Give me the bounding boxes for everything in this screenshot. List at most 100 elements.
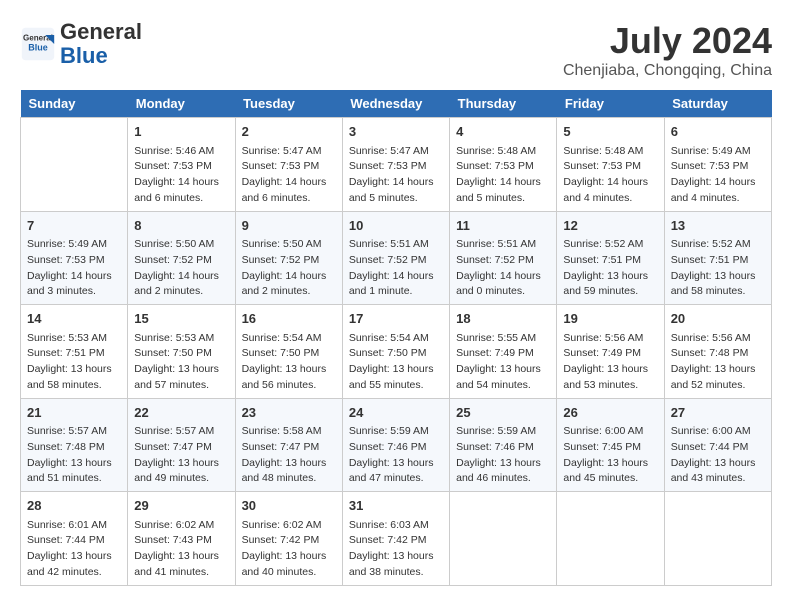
calendar-cell: 12Sunrise: 5:52 AM Sunset: 7:51 PM Dayli… [557,211,664,305]
day-number: 26 [563,403,657,423]
day-number: 28 [27,496,121,516]
calendar-cell: 30Sunrise: 6:02 AM Sunset: 7:42 PM Dayli… [235,492,342,586]
week-row-1: 1Sunrise: 5:46 AM Sunset: 7:53 PM Daylig… [21,118,772,212]
day-info: Sunrise: 5:56 AM Sunset: 7:48 PM Dayligh… [671,331,765,394]
svg-text:Blue: Blue [28,42,48,52]
day-info: Sunrise: 5:58 AM Sunset: 7:47 PM Dayligh… [242,424,336,487]
weekday-header-saturday: Saturday [664,90,771,118]
day-number: 20 [671,309,765,329]
day-number: 18 [456,309,550,329]
day-number: 24 [349,403,443,423]
day-number: 30 [242,496,336,516]
month-title: July 2024 [563,20,772,62]
calendar-cell: 27Sunrise: 6:00 AM Sunset: 7:44 PM Dayli… [664,398,771,492]
day-number: 2 [242,122,336,142]
day-number: 6 [671,122,765,142]
week-row-3: 14Sunrise: 5:53 AM Sunset: 7:51 PM Dayli… [21,305,772,399]
logo-icon: General Blue [20,26,56,62]
day-info: Sunrise: 5:57 AM Sunset: 7:48 PM Dayligh… [27,424,121,487]
calendar-cell [450,492,557,586]
day-number: 29 [134,496,228,516]
calendar-cell: 11Sunrise: 5:51 AM Sunset: 7:52 PM Dayli… [450,211,557,305]
day-info: Sunrise: 5:52 AM Sunset: 7:51 PM Dayligh… [671,237,765,300]
day-info: Sunrise: 5:48 AM Sunset: 7:53 PM Dayligh… [456,144,550,207]
calendar-cell: 19Sunrise: 5:56 AM Sunset: 7:49 PM Dayli… [557,305,664,399]
logo-text: General Blue [60,20,142,68]
calendar-cell: 14Sunrise: 5:53 AM Sunset: 7:51 PM Dayli… [21,305,128,399]
day-info: Sunrise: 5:51 AM Sunset: 7:52 PM Dayligh… [456,237,550,300]
day-number: 15 [134,309,228,329]
calendar-cell: 25Sunrise: 5:59 AM Sunset: 7:46 PM Dayli… [450,398,557,492]
day-info: Sunrise: 6:02 AM Sunset: 7:43 PM Dayligh… [134,518,228,581]
calendar-cell: 22Sunrise: 5:57 AM Sunset: 7:47 PM Dayli… [128,398,235,492]
day-info: Sunrise: 5:55 AM Sunset: 7:49 PM Dayligh… [456,331,550,394]
day-info: Sunrise: 5:50 AM Sunset: 7:52 PM Dayligh… [242,237,336,300]
day-info: Sunrise: 5:56 AM Sunset: 7:49 PM Dayligh… [563,331,657,394]
day-number: 3 [349,122,443,142]
calendar-cell: 16Sunrise: 5:54 AM Sunset: 7:50 PM Dayli… [235,305,342,399]
day-number: 19 [563,309,657,329]
calendar-cell [21,118,128,212]
calendar-cell: 5Sunrise: 5:48 AM Sunset: 7:53 PM Daylig… [557,118,664,212]
day-info: Sunrise: 5:47 AM Sunset: 7:53 PM Dayligh… [349,144,443,207]
page-header: General Blue General Blue July 2024 Chen… [20,20,772,80]
calendar-cell: 24Sunrise: 5:59 AM Sunset: 7:46 PM Dayli… [342,398,449,492]
calendar-cell: 1Sunrise: 5:46 AM Sunset: 7:53 PM Daylig… [128,118,235,212]
logo-line1: General [60,19,142,44]
weekday-header-sunday: Sunday [21,90,128,118]
day-info: Sunrise: 6:00 AM Sunset: 7:44 PM Dayligh… [671,424,765,487]
day-number: 27 [671,403,765,423]
day-info: Sunrise: 5:52 AM Sunset: 7:51 PM Dayligh… [563,237,657,300]
calendar-cell: 3Sunrise: 5:47 AM Sunset: 7:53 PM Daylig… [342,118,449,212]
day-info: Sunrise: 6:01 AM Sunset: 7:44 PM Dayligh… [27,518,121,581]
calendar-cell: 21Sunrise: 5:57 AM Sunset: 7:48 PM Dayli… [21,398,128,492]
day-info: Sunrise: 5:54 AM Sunset: 7:50 PM Dayligh… [349,331,443,394]
day-info: Sunrise: 5:49 AM Sunset: 7:53 PM Dayligh… [671,144,765,207]
day-number: 21 [27,403,121,423]
weekday-header-tuesday: Tuesday [235,90,342,118]
day-info: Sunrise: 5:49 AM Sunset: 7:53 PM Dayligh… [27,237,121,300]
calendar-cell: 31Sunrise: 6:03 AM Sunset: 7:42 PM Dayli… [342,492,449,586]
day-number: 31 [349,496,443,516]
weekday-header-wednesday: Wednesday [342,90,449,118]
calendar-cell: 7Sunrise: 5:49 AM Sunset: 7:53 PM Daylig… [21,211,128,305]
calendar-cell: 6Sunrise: 5:49 AM Sunset: 7:53 PM Daylig… [664,118,771,212]
calendar-cell: 17Sunrise: 5:54 AM Sunset: 7:50 PM Dayli… [342,305,449,399]
calendar-cell: 15Sunrise: 5:53 AM Sunset: 7:50 PM Dayli… [128,305,235,399]
day-info: Sunrise: 5:59 AM Sunset: 7:46 PM Dayligh… [349,424,443,487]
day-number: 22 [134,403,228,423]
day-info: Sunrise: 5:47 AM Sunset: 7:53 PM Dayligh… [242,144,336,207]
calendar-table: SundayMondayTuesdayWednesdayThursdayFrid… [20,90,772,586]
week-row-2: 7Sunrise: 5:49 AM Sunset: 7:53 PM Daylig… [21,211,772,305]
day-info: Sunrise: 5:54 AM Sunset: 7:50 PM Dayligh… [242,331,336,394]
day-number: 4 [456,122,550,142]
calendar-cell: 26Sunrise: 6:00 AM Sunset: 7:45 PM Dayli… [557,398,664,492]
day-info: Sunrise: 5:57 AM Sunset: 7:47 PM Dayligh… [134,424,228,487]
calendar-cell [557,492,664,586]
calendar-cell [664,492,771,586]
day-info: Sunrise: 5:53 AM Sunset: 7:50 PM Dayligh… [134,331,228,394]
calendar-cell: 28Sunrise: 6:01 AM Sunset: 7:44 PM Dayli… [21,492,128,586]
week-row-4: 21Sunrise: 5:57 AM Sunset: 7:48 PM Dayli… [21,398,772,492]
day-number: 12 [563,216,657,236]
weekday-header-monday: Monday [128,90,235,118]
day-info: Sunrise: 5:48 AM Sunset: 7:53 PM Dayligh… [563,144,657,207]
calendar-cell: 23Sunrise: 5:58 AM Sunset: 7:47 PM Dayli… [235,398,342,492]
week-row-5: 28Sunrise: 6:01 AM Sunset: 7:44 PM Dayli… [21,492,772,586]
day-number: 13 [671,216,765,236]
calendar-cell: 13Sunrise: 5:52 AM Sunset: 7:51 PM Dayli… [664,211,771,305]
day-number: 25 [456,403,550,423]
day-info: Sunrise: 5:53 AM Sunset: 7:51 PM Dayligh… [27,331,121,394]
day-number: 17 [349,309,443,329]
day-info: Sunrise: 5:59 AM Sunset: 7:46 PM Dayligh… [456,424,550,487]
calendar-cell: 8Sunrise: 5:50 AM Sunset: 7:52 PM Daylig… [128,211,235,305]
day-number: 8 [134,216,228,236]
day-info: Sunrise: 6:00 AM Sunset: 7:45 PM Dayligh… [563,424,657,487]
calendar-cell: 18Sunrise: 5:55 AM Sunset: 7:49 PM Dayli… [450,305,557,399]
day-number: 7 [27,216,121,236]
calendar-cell: 2Sunrise: 5:47 AM Sunset: 7:53 PM Daylig… [235,118,342,212]
day-info: Sunrise: 5:51 AM Sunset: 7:52 PM Dayligh… [349,237,443,300]
day-number: 16 [242,309,336,329]
day-number: 11 [456,216,550,236]
logo: General Blue General Blue [20,20,142,68]
